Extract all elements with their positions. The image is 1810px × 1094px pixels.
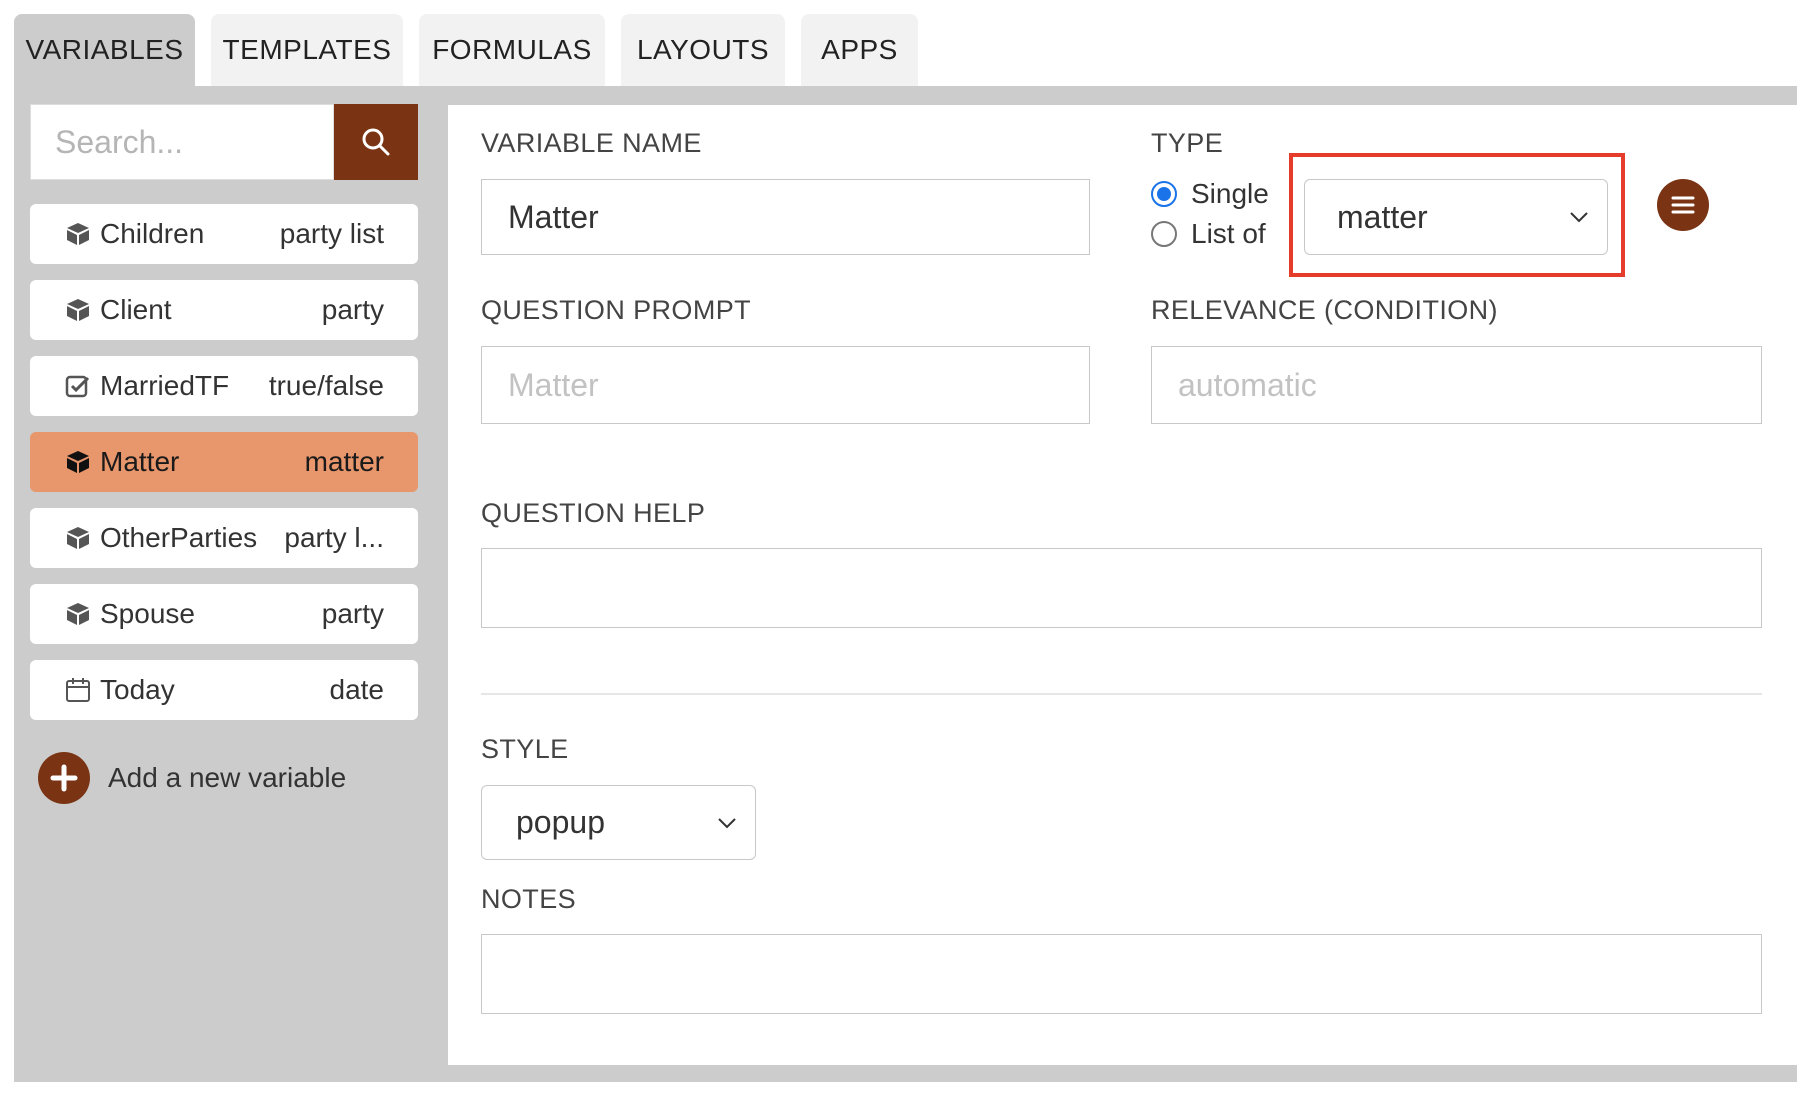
question-prompt-input[interactable]: Matter xyxy=(481,346,1090,424)
chevron-down-icon xyxy=(718,817,736,828)
add-variable-button[interactable]: Add a new variable xyxy=(38,752,346,804)
cube-icon xyxy=(64,600,92,628)
tab-formulas[interactable]: FORMULAS xyxy=(419,14,605,86)
cube-icon xyxy=(64,448,92,476)
variable-item-client[interactable]: Client party xyxy=(30,280,418,340)
relevance-input[interactable]: automatic xyxy=(1151,346,1762,424)
hamburger-menu-icon xyxy=(1671,196,1695,214)
question-prompt-label: QUESTION PROMPT xyxy=(481,295,752,325)
menu-button[interactable] xyxy=(1657,179,1709,231)
variable-name-label: VARIABLE NAME xyxy=(481,128,702,158)
tab-templates[interactable]: TEMPLATES xyxy=(211,14,403,86)
type-radio-single[interactable]: Single xyxy=(1151,178,1269,210)
search-input[interactable] xyxy=(30,104,334,180)
chevron-down-icon xyxy=(1570,212,1588,223)
search-icon xyxy=(362,128,390,156)
notes-input[interactable] xyxy=(481,934,1762,1014)
type-select[interactable]: matter xyxy=(1304,179,1608,255)
checkbox-icon xyxy=(64,372,92,400)
relevance-label: RELEVANCE (CONDITION) xyxy=(1151,295,1498,325)
radio-single[interactable] xyxy=(1151,181,1177,207)
cube-icon xyxy=(64,220,92,248)
plus-icon xyxy=(38,752,90,804)
tab-apps[interactable]: APPS xyxy=(801,14,918,86)
variable-item-matter[interactable]: Matter matter xyxy=(30,432,418,492)
radio-list-of[interactable] xyxy=(1151,221,1177,247)
type-radio-list[interactable]: List of xyxy=(1151,218,1266,250)
calendar-icon xyxy=(64,676,92,704)
add-variable-label: Add a new variable xyxy=(108,762,347,793)
question-help-label: QUESTION HELP xyxy=(481,498,706,528)
question-help-input[interactable] xyxy=(481,548,1762,628)
variable-name-input[interactable]: Matter xyxy=(481,179,1090,255)
variable-item-children[interactable]: Children party list xyxy=(30,204,418,264)
search-button[interactable] xyxy=(334,104,418,180)
section-divider xyxy=(481,693,1762,695)
variable-list: Children party list Client party Married… xyxy=(30,204,418,736)
cube-icon xyxy=(64,524,92,552)
variable-search xyxy=(30,104,418,180)
variable-item-otherparties[interactable]: OtherParties party l... xyxy=(30,508,418,568)
tab-variables[interactable]: VARIABLES xyxy=(14,14,195,86)
variable-item-marriedtf[interactable]: MarriedTF true/false xyxy=(30,356,418,416)
type-label: TYPE xyxy=(1151,128,1224,158)
tab-bar: VARIABLES TEMPLATES FORMULAS LAYOUTS APP… xyxy=(14,14,934,86)
variable-item-spouse[interactable]: Spouse party xyxy=(30,584,418,644)
cube-icon xyxy=(64,296,92,324)
style-select[interactable]: popup xyxy=(481,785,756,860)
style-label: STYLE xyxy=(481,734,569,764)
tab-layouts[interactable]: LAYOUTS xyxy=(621,14,785,86)
variable-item-today[interactable]: Today date xyxy=(30,660,418,720)
notes-label: NOTES xyxy=(481,884,577,914)
